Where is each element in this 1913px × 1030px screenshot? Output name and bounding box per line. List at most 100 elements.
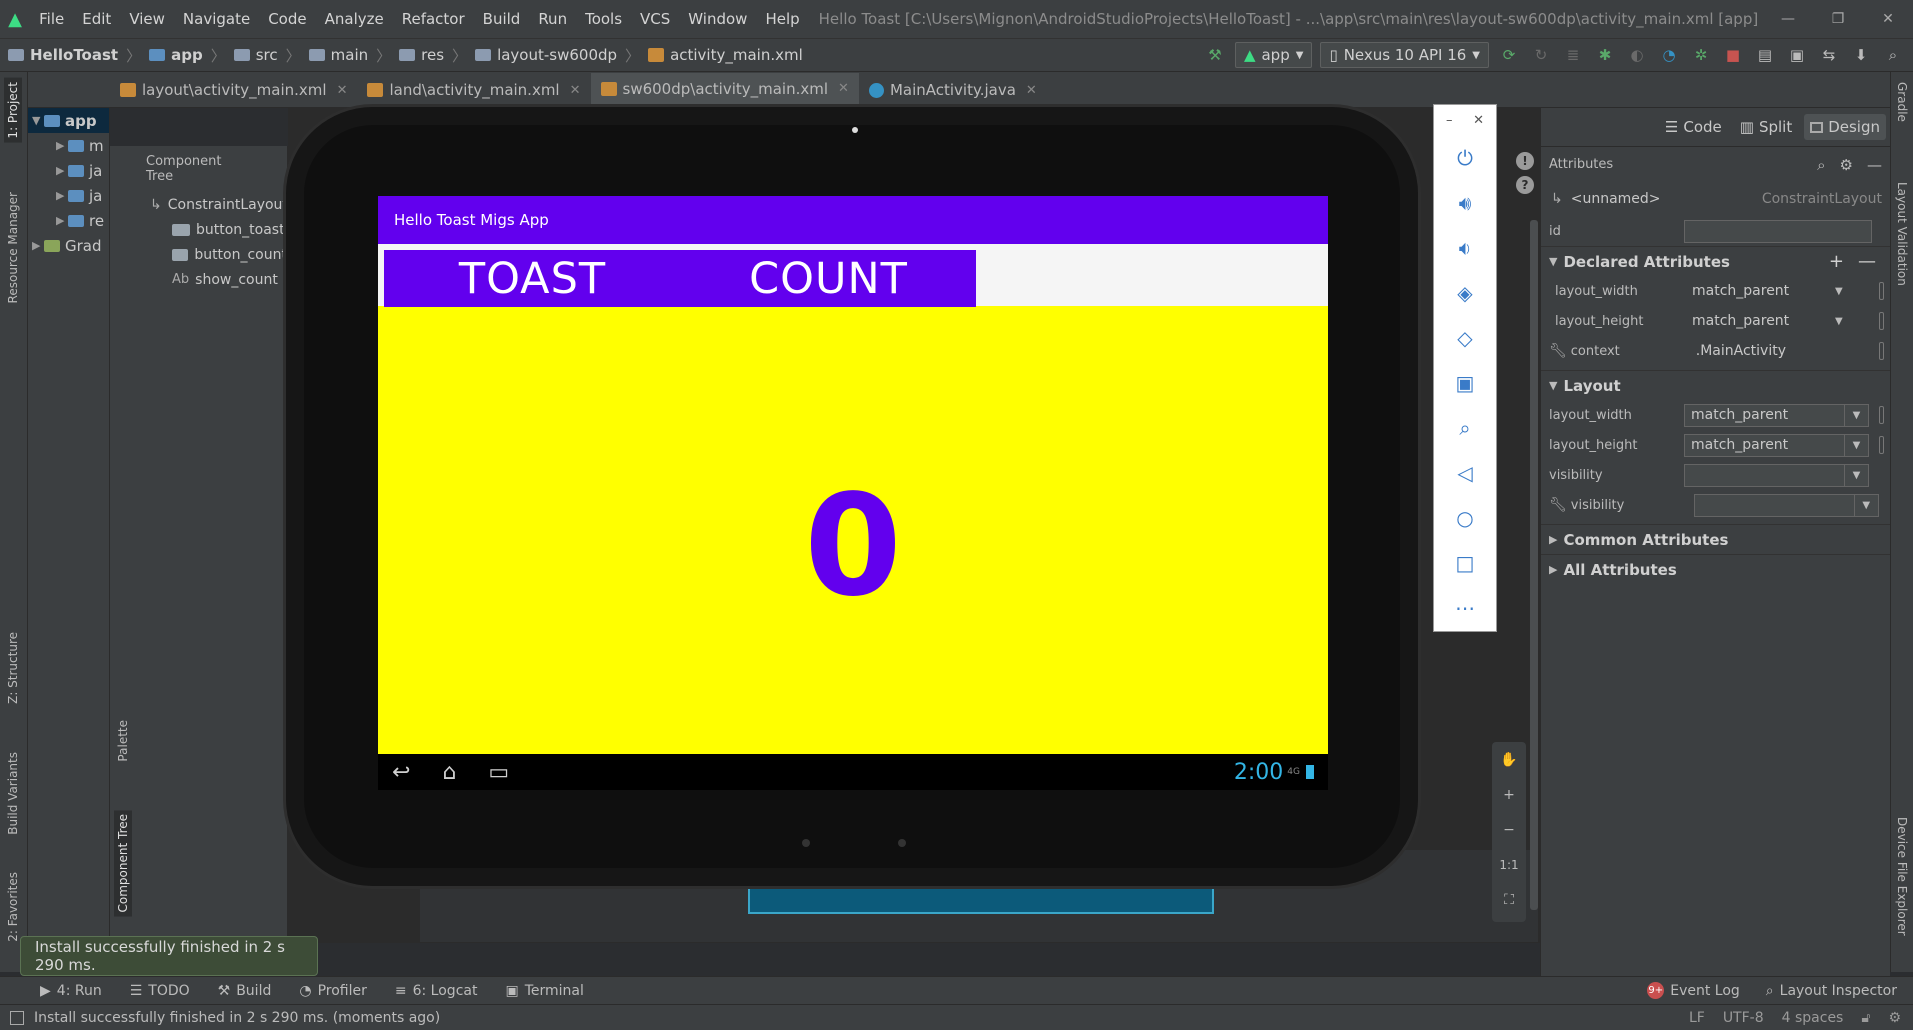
show-count-text[interactable]: 0 xyxy=(378,456,1328,636)
gradle-tab[interactable]: Gradle xyxy=(1895,82,1909,122)
layout-validation-tab[interactable]: Layout Validation xyxy=(1895,182,1909,286)
layout-inspector-button[interactable]: ⌕ Layout Inspector xyxy=(1766,982,1897,999)
close-tab-icon[interactable]: ✕ xyxy=(337,83,348,98)
menu-analyze[interactable]: Analyze xyxy=(316,10,393,28)
tree-node-button-toast[interactable]: button_toast xyxy=(110,217,287,242)
rotate-left-icon[interactable]: ◈ xyxy=(1434,270,1496,315)
breadcrumb-file[interactable]: activity_main.xml xyxy=(648,46,803,64)
tab-layout-activity-main[interactable]: layout\activity_main.xml ✕ xyxy=(110,73,357,107)
lock-icon[interactable]: 🔓︎ xyxy=(1861,1010,1870,1026)
resource-picker-icon[interactable] xyxy=(1879,342,1884,360)
close-emulator-icon[interactable]: ✕ xyxy=(1473,113,1484,128)
coverage-icon[interactable]: ◐ xyxy=(1625,43,1649,67)
overview-icon[interactable]: □ xyxy=(1434,540,1496,585)
pan-hand-icon[interactable]: ✋ xyxy=(1500,742,1517,777)
resource-picker-icon[interactable] xyxy=(1879,282,1884,300)
device-file-explorer-tab[interactable]: Device File Explorer xyxy=(1895,817,1909,936)
code-mode-button[interactable]: ☰ Code xyxy=(1659,114,1728,140)
menu-vcs[interactable]: VCS xyxy=(631,10,679,28)
restore-icon[interactable]: ❐ xyxy=(1813,11,1863,27)
status-message[interactable]: Install successfully finished in 2 s 290… xyxy=(34,1010,440,1026)
split-mode-button[interactable]: ▥ Split xyxy=(1734,114,1798,140)
tree-item-gradle[interactable]: ▶ Grad xyxy=(28,233,109,258)
back-icon[interactable]: ◁ xyxy=(1434,450,1496,495)
layout-height-select[interactable]: match_parent ▼ xyxy=(1684,433,1869,457)
tools-visibility-select[interactable]: ▼ xyxy=(1693,493,1879,517)
apply-changes-icon[interactable]: ⟳ xyxy=(1497,43,1521,67)
resource-manager-tab[interactable]: Resource Manager xyxy=(6,192,20,303)
id-field[interactable] xyxy=(1684,219,1872,243)
remove-attribute-icon[interactable]: — xyxy=(1858,251,1876,272)
toast-button[interactable]: TOAST xyxy=(384,250,681,307)
dropdown-arrow-icon[interactable]: ▼ xyxy=(1835,286,1843,297)
menu-file[interactable]: File xyxy=(30,10,73,28)
run-config-select[interactable]: ▲ app ▼ xyxy=(1234,42,1313,68)
zoom-icon[interactable]: ⌕ xyxy=(1434,405,1496,450)
help-icon[interactable]: ? xyxy=(1516,176,1534,194)
todo-tool-button[interactable]: ☰ TODO xyxy=(130,983,190,999)
volume-down-icon[interactable]: 🔉︎ xyxy=(1434,225,1496,270)
dropdown-arrow-icon[interactable]: ▼ xyxy=(1835,316,1843,327)
tree-node-show-count[interactable]: Ab show_count xyxy=(110,267,287,292)
minimize-icon[interactable]: — xyxy=(1763,11,1813,27)
declared-attributes-section[interactable]: ▼ Declared Attributes + — xyxy=(1541,246,1890,276)
stop-icon[interactable]: ■ xyxy=(1721,43,1745,67)
tree-item[interactable]: ▶ ja xyxy=(28,158,109,183)
notification-balloon[interactable]: Install successfully finished in 2 s 290… xyxy=(20,936,318,976)
build-tool-button[interactable]: ⚒ Build xyxy=(218,983,272,999)
attach-debugger-icon[interactable]: ✲ xyxy=(1689,43,1713,67)
menu-code[interactable]: Code xyxy=(259,10,315,28)
logcat-tool-button[interactable]: ≡ 6: Logcat xyxy=(395,983,478,999)
canvas-scrollbar[interactable] xyxy=(1530,220,1538,910)
sync-icon[interactable]: ≣ xyxy=(1561,43,1585,67)
tree-node-constraintlayout[interactable]: ↳ ConstraintLayout xyxy=(110,192,288,217)
tree-item[interactable]: ▶ re xyxy=(28,208,109,233)
breadcrumb-res[interactable]: res 〉 xyxy=(399,45,467,66)
close-tab-icon[interactable]: ✕ xyxy=(570,83,581,98)
breadcrumb-layout[interactable]: layout-sw600dp 〉 xyxy=(475,45,640,66)
breadcrumb-app[interactable]: app 〉 xyxy=(149,45,226,66)
terminal-tool-button[interactable]: ▣ Terminal xyxy=(505,983,583,999)
menu-view[interactable]: View xyxy=(120,10,174,28)
device-select[interactable]: ▯ Nexus 10 API 16 ▼ xyxy=(1320,42,1489,68)
breadcrumb-project[interactable]: HelloToast 〉 xyxy=(8,45,141,66)
visibility-select[interactable]: ▼ xyxy=(1684,463,1869,487)
declared-row-layout-width[interactable]: layout_width match_parent ▼ xyxy=(1541,276,1890,306)
recents-nav-icon[interactable]: ▭ xyxy=(488,760,509,785)
tree-item-app[interactable]: ▼ app xyxy=(28,108,109,133)
layout-width-select[interactable]: match_parent ▼ xyxy=(1684,403,1869,427)
count-button[interactable]: COUNT xyxy=(681,250,976,307)
sync-gradle-icon[interactable]: ⇆ xyxy=(1817,43,1841,67)
close-window-icon[interactable]: ✕ xyxy=(1863,11,1913,27)
favorites-tab[interactable]: 2: Favorites xyxy=(6,872,20,942)
breadcrumb-main[interactable]: main 〉 xyxy=(308,45,391,66)
more-icon[interactable]: ⋯ xyxy=(1434,585,1496,630)
declared-row-layout-height[interactable]: layout_height match_parent ▼ xyxy=(1541,306,1890,336)
file-encoding[interactable]: UTF-8 xyxy=(1723,1010,1764,1026)
common-attributes-section[interactable]: ▶ Common Attributes xyxy=(1541,524,1890,554)
home-nav-icon[interactable]: ⌂ xyxy=(442,760,456,785)
tab-main-activity-java[interactable]: MainActivity.java ✕ xyxy=(859,73,1047,107)
apply-code-changes-icon[interactable]: ↻ xyxy=(1529,43,1553,67)
indent-setting[interactable]: 4 spaces xyxy=(1782,1010,1844,1026)
event-log-button[interactable]: 9+ Event Log xyxy=(1647,982,1740,999)
menu-refactor[interactable]: Refactor xyxy=(393,10,474,28)
menu-navigate[interactable]: Navigate xyxy=(174,10,259,28)
close-tab-icon[interactable]: ✕ xyxy=(1026,83,1037,98)
structure-tab[interactable]: Z: Structure xyxy=(6,632,20,704)
device-screen[interactable]: Hello Toast Migs App TOAST COUNT 0 ↩ ⌂ ▭… xyxy=(378,196,1328,790)
build-variants-tab[interactable]: Build Variants xyxy=(6,752,20,835)
zoom-in-button[interactable]: + xyxy=(1503,777,1515,812)
menu-build[interactable]: Build xyxy=(474,10,530,28)
layout-section[interactable]: ▼ Layout xyxy=(1541,370,1890,400)
home-icon[interactable]: ○ xyxy=(1434,495,1496,540)
hide-panel-icon[interactable]: — xyxy=(1867,156,1882,174)
volume-up-icon[interactable]: 🔊︎ xyxy=(1434,180,1496,225)
hammer-build-icon[interactable]: ⚒ xyxy=(1203,43,1227,67)
component-tree-tab[interactable]: Component Tree xyxy=(114,810,132,917)
avd-manager-icon[interactable]: ▣ xyxy=(1785,43,1809,67)
camera-icon[interactable]: ▣ xyxy=(1434,360,1496,405)
all-attributes-section[interactable]: ▶ All Attributes xyxy=(1541,554,1890,584)
search-everywhere-icon[interactable]: ⌕ xyxy=(1881,43,1905,67)
gear-icon[interactable]: ⚙ xyxy=(1840,156,1853,174)
